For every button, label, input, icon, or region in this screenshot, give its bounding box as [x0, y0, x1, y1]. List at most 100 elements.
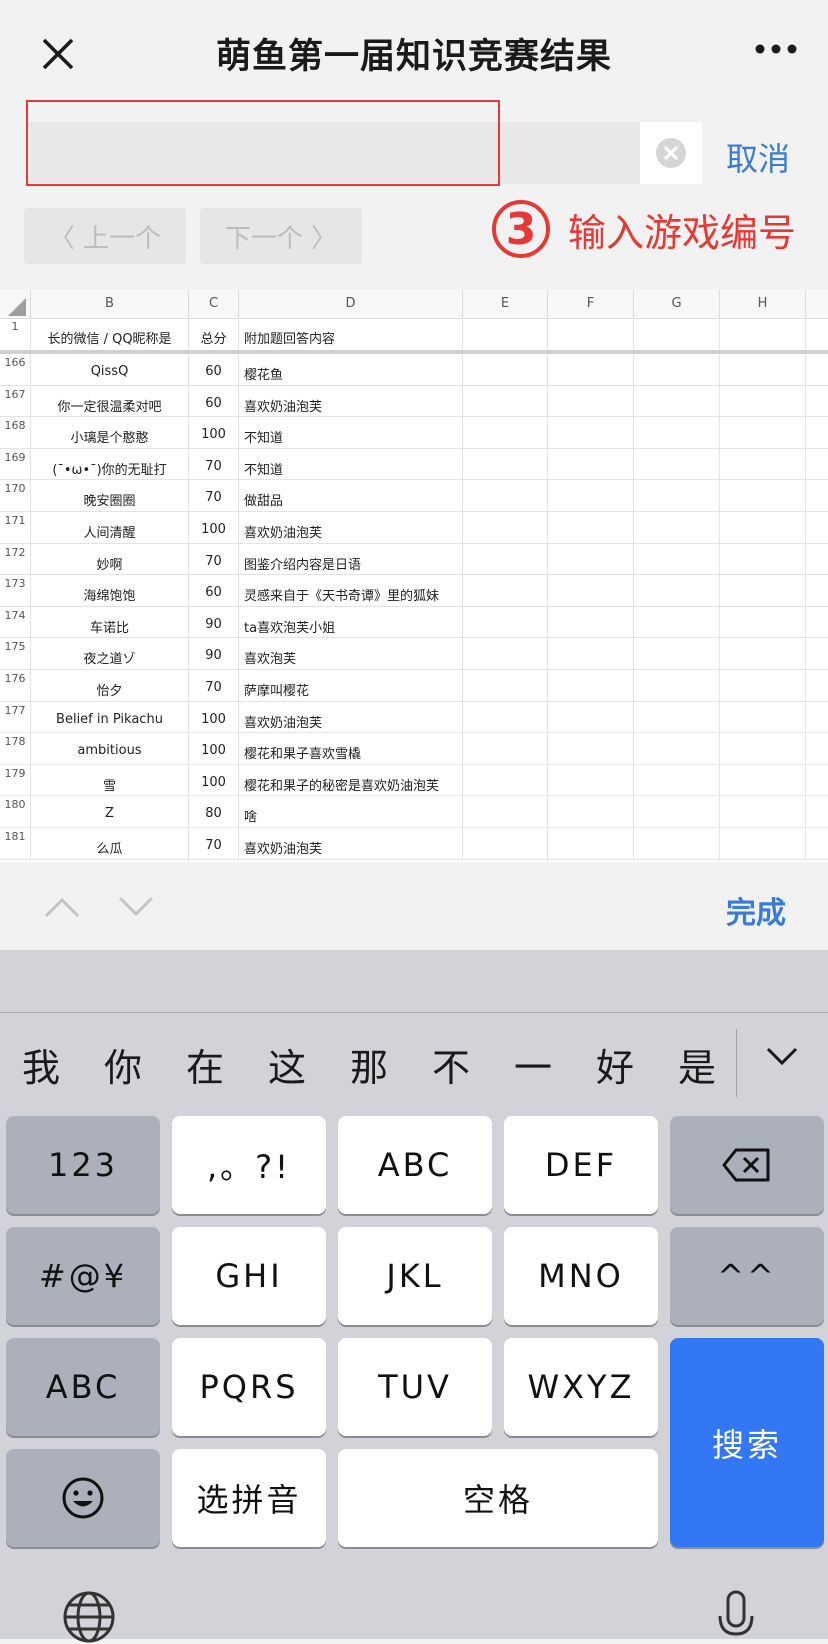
cell-g[interactable] [633, 385, 719, 419]
cell-e[interactable] [462, 828, 547, 861]
cell-d[interactable]: 做甜品 [238, 480, 462, 514]
done-button[interactable]: 完成 [726, 888, 786, 932]
cell-f[interactable] [547, 575, 633, 609]
cell-d[interactable]: 不知道 [238, 417, 462, 451]
table-row[interactable]: 181 么瓜 70 喜欢奶油泡芙 [0, 828, 828, 861]
table-row[interactable]: 175 夜之道ゾ 90 喜欢泡芙 [0, 638, 828, 672]
candidate-word[interactable]: 我 [22, 1037, 60, 1092]
cell-f[interactable] [547, 638, 633, 672]
cell-h[interactable] [719, 480, 805, 514]
candidate-word[interactable]: 在 [186, 1037, 224, 1092]
cell-c[interactable]: 70 [188, 670, 238, 703]
cell-h[interactable] [719, 670, 805, 703]
key-abc[interactable]: ABC [338, 1116, 492, 1214]
cell-i[interactable] [805, 543, 828, 577]
cell-c[interactable]: 总分 [188, 318, 238, 351]
cell-f[interactable] [547, 512, 633, 545]
cell-b[interactable]: QissQ [30, 354, 188, 387]
cell-h[interactable] [719, 543, 805, 577]
cell-d[interactable]: 萨摩叫樱花 [238, 670, 462, 703]
cell-i[interactable] [805, 638, 828, 672]
globe-icon[interactable] [62, 1590, 116, 1644]
table-row[interactable]: 176 怡夕 70 萨摩叫樱花 [0, 670, 828, 703]
key-ghi[interactable]: GHI [172, 1227, 326, 1325]
column-h-header[interactable]: H [719, 290, 805, 318]
key-abc-switch[interactable]: ABC [6, 1338, 160, 1436]
cell-e[interactable] [462, 796, 547, 830]
cell-b[interactable]: Z [30, 796, 188, 830]
cell-h[interactable] [719, 701, 805, 735]
cell-b[interactable]: (¯•ω•¯)你的无耻打 [30, 448, 188, 482]
cell-i[interactable] [805, 828, 828, 861]
cell-c[interactable]: 90 [188, 638, 238, 672]
cell-f[interactable] [547, 417, 633, 451]
key-tuv[interactable]: TUV [338, 1338, 492, 1436]
chevron-down-icon[interactable] [116, 888, 156, 924]
table-row[interactable]: 172 妙啊 70 图鉴介绍内容是日语 [0, 543, 828, 577]
select-all-corner[interactable] [8, 298, 26, 316]
cell-c[interactable]: 90 [188, 606, 238, 640]
cell-e[interactable] [462, 670, 547, 703]
cell-h[interactable] [719, 385, 805, 419]
cell-h[interactable] [719, 318, 805, 351]
key-select-pinyin[interactable]: 选拼音 [172, 1449, 326, 1547]
key-punctuation[interactable]: ,。?! [172, 1116, 326, 1214]
cell-f[interactable] [547, 480, 633, 514]
cell-g[interactable] [633, 354, 719, 387]
cell-f[interactable] [547, 701, 633, 735]
cell-g[interactable] [633, 318, 719, 351]
cell-e[interactable] [462, 512, 547, 545]
cell-c[interactable]: 60 [188, 385, 238, 419]
cell-e[interactable] [462, 638, 547, 672]
cell-f[interactable] [547, 670, 633, 703]
cell-e[interactable] [462, 354, 547, 387]
cell-h[interactable] [719, 733, 805, 767]
cell-g[interactable] [633, 764, 719, 798]
cell-b[interactable]: Belief in Pikachu [30, 701, 188, 735]
search-key[interactable]: 搜索 [670, 1338, 824, 1547]
cell-i[interactable] [805, 764, 828, 798]
key-pqrs[interactable]: PQRS [172, 1338, 326, 1436]
cell-f[interactable] [547, 318, 633, 351]
cell-e[interactable] [462, 701, 547, 735]
cell-c[interactable]: 70 [188, 448, 238, 482]
expand-candidates-icon[interactable] [764, 1045, 800, 1069]
cell-i[interactable] [805, 701, 828, 735]
space-key[interactable]: 空格 [338, 1449, 658, 1547]
cell-c[interactable]: 70 [188, 543, 238, 577]
key-symbols[interactable]: #@¥ [6, 1227, 160, 1325]
cell-b[interactable]: 你一定很温柔对吧 [30, 385, 188, 419]
search-input[interactable] [28, 122, 642, 184]
cell-g[interactable] [633, 670, 719, 703]
column-e-header[interactable]: E [462, 290, 547, 318]
cell-g[interactable] [633, 480, 719, 514]
cell-b[interactable]: 晚安圈圈 [30, 480, 188, 514]
cell-i[interactable] [805, 796, 828, 830]
cell-e[interactable] [462, 733, 547, 767]
cell-d[interactable]: 樱花和果子喜欢雪橇 [238, 733, 462, 767]
cell-d[interactable]: 樱花鱼 [238, 354, 462, 387]
table-row[interactable]: 179 雪 100 樱花和果子的秘密是喜欢奶油泡芙 [0, 764, 828, 798]
table-row[interactable]: 178 ambitious 100 樱花和果子喜欢雪橇 [0, 733, 828, 767]
cell-b[interactable]: 怡夕 [30, 670, 188, 703]
next-result-button[interactable]: 下一个 〉 [200, 208, 362, 264]
cell-g[interactable] [633, 512, 719, 545]
cell-b[interactable]: ambitious [30, 733, 188, 767]
cell-i[interactable] [805, 480, 828, 514]
key-def[interactable]: DEF [504, 1116, 658, 1214]
cell-e[interactable] [462, 543, 547, 577]
cell-c[interactable]: 100 [188, 764, 238, 798]
cell-b[interactable]: 车诺比 [30, 606, 188, 640]
cell-f[interactable] [547, 828, 633, 861]
cell-g[interactable] [633, 701, 719, 735]
cell-e[interactable] [462, 385, 547, 419]
cell-h[interactable] [719, 417, 805, 451]
cell-b[interactable]: 夜之道ゾ [30, 638, 188, 672]
table-row[interactable]: 169 (¯•ω•¯)你的无耻打 70 不知道 [0, 448, 828, 482]
cell-e[interactable] [462, 606, 547, 640]
cell-g[interactable] [633, 828, 719, 861]
cell-g[interactable] [633, 417, 719, 451]
candidate-word[interactable]: 是 [678, 1037, 716, 1092]
cell-c[interactable]: 60 [188, 354, 238, 387]
more-icon[interactable] [754, 42, 798, 56]
